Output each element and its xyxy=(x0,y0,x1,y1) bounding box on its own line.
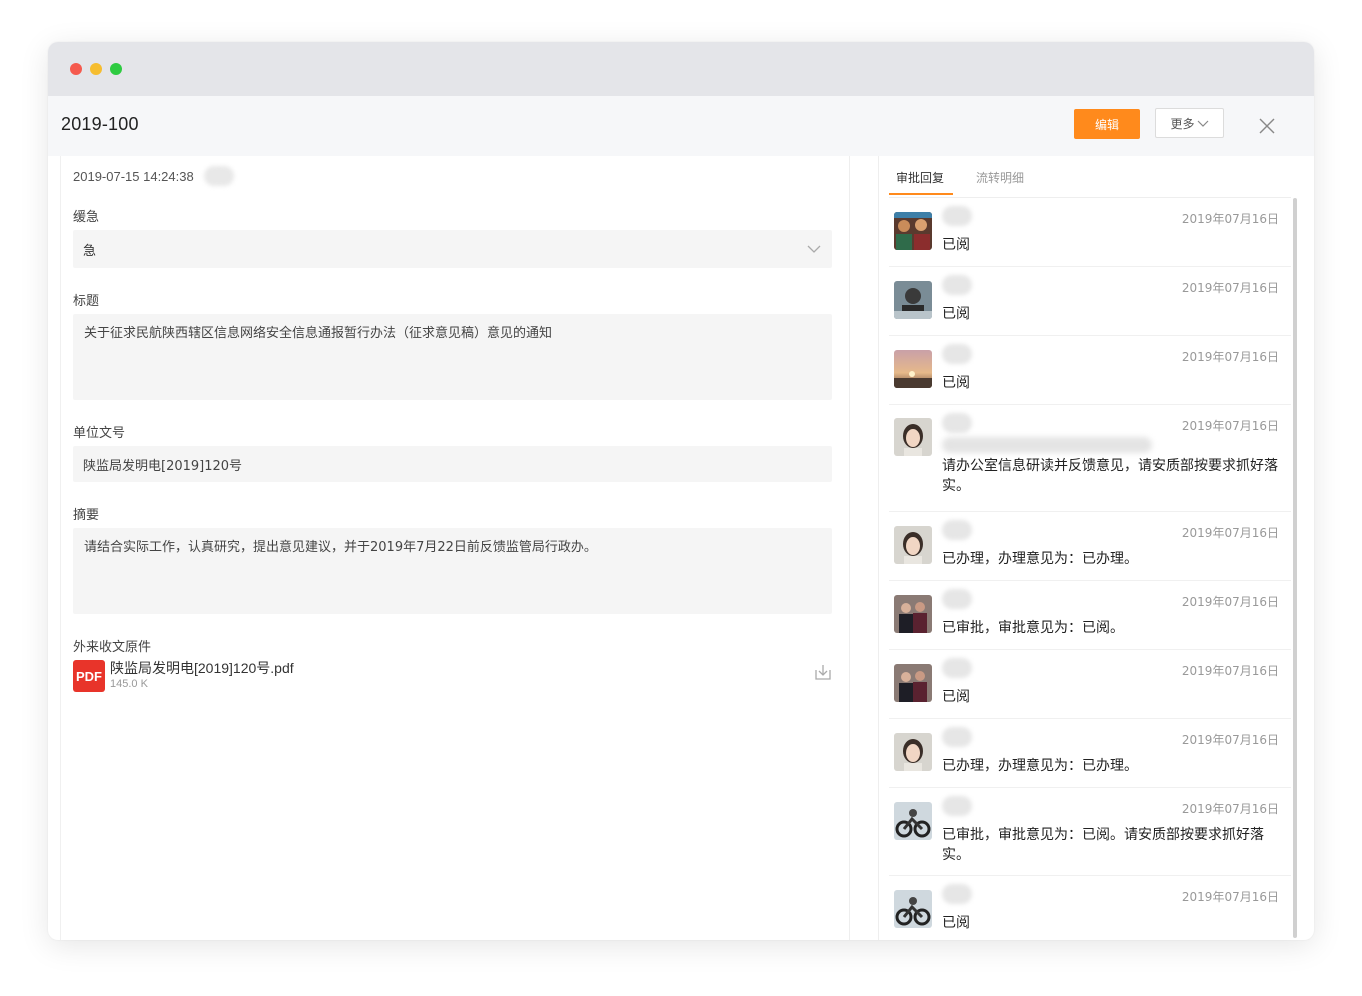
more-button-label: 更多 xyxy=(1170,116,1195,131)
more-button[interactable]: 更多 xyxy=(1155,108,1224,138)
reply-text: 已阅 xyxy=(942,375,970,391)
redacted-author xyxy=(203,166,234,186)
close-window-dot[interactable] xyxy=(70,63,82,75)
reply-date: 2019年07月16日 xyxy=(1181,526,1279,540)
summary-label: 摘要 xyxy=(73,508,100,523)
reply-text: 请办公室信息研读并反馈意见，请安质部按要求抓好落实。 xyxy=(942,458,1278,494)
avatar-sunset-icon[interactable] xyxy=(894,350,932,388)
reply-list: 2019年07月16日 已阅 2019年07月16日 已阅 2019年07月16日 已阅 2… xyxy=(889,198,1291,940)
content-area: 2019-07-15 14:24:38 缓急 急 标题 关于征求民航陕西辖区信息… xyxy=(48,156,1314,940)
avatar-group-icon[interactable] xyxy=(894,212,932,250)
title-bar xyxy=(48,42,1314,96)
chevron-down-icon xyxy=(1197,120,1208,127)
reply-date: 2019年07月16日 xyxy=(1181,890,1279,904)
tab-flow-details[interactable]: 流转明细 xyxy=(976,169,1024,186)
urgency-label: 缓急 xyxy=(73,210,100,225)
active-tab-indicator xyxy=(889,193,953,195)
created-datetime: 2019-07-15 14:24:38 xyxy=(73,168,194,184)
reply-date: 2019年07月16日 xyxy=(1181,212,1279,226)
reply-item: 2019年07月16日已阅 xyxy=(889,650,1291,719)
reply-text: 已办理，办理意见为：已办理。 xyxy=(942,551,1138,567)
doc-number-field[interactable]: 陕监局发明电[2019]120号 xyxy=(73,446,832,482)
close-icon[interactable] xyxy=(1258,117,1276,135)
reply-item: 2019年07月16日已阅 xyxy=(889,267,1291,336)
reply-item: 2019年07月16日已阅 xyxy=(889,876,1291,940)
reply-text: 已办理，办理意见为：已办理。 xyxy=(942,758,1138,774)
avatar-woman-icon[interactable] xyxy=(894,526,932,564)
reply-item: 2019年07月16日请办公室信息研读并反馈意见，请安质部按要求抓好落实。 xyxy=(889,405,1291,512)
avatar-motorbike-icon[interactable] xyxy=(894,802,932,840)
panel-tabs: 审批回复 流转明细 xyxy=(889,156,1291,198)
reply-date: 2019年07月16日 xyxy=(1181,802,1279,816)
chevron-down-icon xyxy=(807,245,821,253)
avatar-couple-icon[interactable] xyxy=(894,595,932,633)
edit-button[interactable]: 编辑 xyxy=(1074,109,1140,139)
reply-date: 2019年07月16日 xyxy=(1181,733,1279,747)
redacted-user-name xyxy=(942,344,972,364)
reply-item: 2019年07月16日已阅 xyxy=(889,198,1291,267)
minimize-window-dot[interactable] xyxy=(90,63,102,75)
reply-text: 已审批，审批意见为：已阅。 xyxy=(942,620,1124,636)
reply-text: 已阅 xyxy=(942,237,970,253)
attachment-label: 外来收文原件 xyxy=(73,640,152,655)
maximize-window-dot[interactable] xyxy=(110,63,122,75)
doc-number-label: 单位文号 xyxy=(73,426,126,441)
redacted-user-name xyxy=(942,275,972,295)
redacted-user-name xyxy=(942,206,972,226)
reply-text: 已阅 xyxy=(942,306,970,322)
reply-text: 已阅 xyxy=(942,915,970,931)
attachment-name[interactable]: 陕监局发明电[2019]120号.pdf xyxy=(110,658,294,678)
avatar-portrait-icon[interactable] xyxy=(894,281,932,319)
approval-panel: 审批回复 流转明细 2019年07月16日 已阅 2019年07月16日 已阅 2019… xyxy=(878,156,1301,940)
redacted-user-name xyxy=(942,658,972,678)
reply-date: 2019年07月16日 xyxy=(1181,281,1279,295)
redacted-user-name xyxy=(942,727,972,747)
meta-row: 2019-07-15 14:24:38 xyxy=(73,166,234,186)
reply-item: 2019年07月16日已审批，审批意见为：已阅。请安质部按要求抓好落实。 xyxy=(889,788,1291,876)
avatar-woman-icon[interactable] xyxy=(894,418,932,456)
detail-header: 2019-100 编辑 更多 xyxy=(48,96,1314,156)
app-window: 2019-100 编辑 更多 2019-07-15 14:24:38 缓急 急 … xyxy=(48,42,1314,940)
reply-date: 2019年07月16日 xyxy=(1181,419,1279,433)
attachment-size: 145.0 K xyxy=(110,678,148,690)
download-icon[interactable] xyxy=(813,662,833,682)
redacted-user-name xyxy=(942,796,972,816)
reply-date: 2019年07月16日 xyxy=(1181,350,1279,364)
reply-item: 2019年07月16日已阅 xyxy=(889,336,1291,405)
pdf-file-icon: PDF xyxy=(73,660,105,692)
urgency-select[interactable]: 急 xyxy=(73,230,832,268)
title-label: 标题 xyxy=(73,294,100,309)
reply-item: 2019年07月16日已审批，审批意见为：已阅。 xyxy=(889,581,1291,650)
avatar-motorbike-icon[interactable] xyxy=(894,890,932,928)
redacted-user-name xyxy=(942,589,972,609)
avatar-couple-icon[interactable] xyxy=(894,664,932,702)
reply-date: 2019年07月16日 xyxy=(1181,664,1279,678)
reply-item: 2019年07月16日已办理，办理意见为：已办理。 xyxy=(889,512,1291,581)
tab-approval-replies[interactable]: 审批回复 xyxy=(896,169,944,186)
reply-text: 已阅 xyxy=(942,689,970,705)
reply-text: 已审批，审批意见为：已阅。请安质部按要求抓好落实。 xyxy=(942,827,1264,863)
summary-field[interactable]: 请结合实际工作，认真研究，提出意见建议，并于2019年7月22日前反馈监管局行政… xyxy=(73,528,832,614)
redacted-user-name xyxy=(942,413,972,433)
document-form: 2019-07-15 14:24:38 缓急 急 标题 关于征求民航陕西辖区信息… xyxy=(60,156,850,940)
reply-item: 2019年07月16日已办理，办理意见为：已办理。 xyxy=(889,719,1291,788)
attachment-item[interactable]: PDF 陕监局发明电[2019]120号.pdf 145.0 K xyxy=(73,658,832,692)
page-title: 2019-100 xyxy=(61,114,139,134)
title-field[interactable]: 关于征求民航陕西辖区信息网络安全信息通报暂行办法（征求意见稿）意见的通知 xyxy=(73,314,832,400)
reply-date: 2019年07月16日 xyxy=(1181,595,1279,609)
scrollbar[interactable] xyxy=(1293,198,1297,938)
redacted-line xyxy=(942,437,1152,453)
redacted-user-name xyxy=(942,884,972,904)
urgency-value: 急 xyxy=(83,244,97,259)
avatar-woman-icon[interactable] xyxy=(894,733,932,771)
redacted-user-name xyxy=(942,520,972,540)
